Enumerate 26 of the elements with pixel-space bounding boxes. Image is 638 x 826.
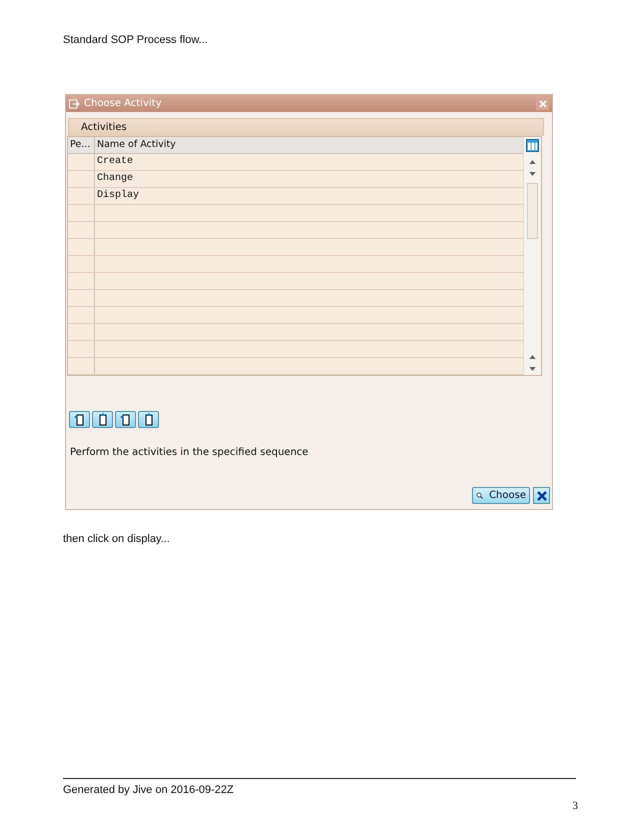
scroll-up-icon[interactable] [529, 160, 536, 164]
activities-tab[interactable]: Activities [68, 118, 544, 136]
close-icon [538, 100, 546, 108]
scroll-thumb[interactable] [527, 183, 538, 239]
page-up-icon[interactable] [529, 355, 536, 359]
window-icon [69, 98, 80, 108]
page-number: 3 [572, 800, 578, 814]
column-header[interactable]: Pe... [68, 137, 95, 153]
move-button[interactable] [69, 411, 90, 428]
move-button[interactable] [92, 411, 113, 428]
column-header[interactable]: Name of Activity [95, 137, 523, 153]
page-heading: Standard SOP Process flow... [63, 34, 209, 48]
footer-text: Generated by Jive on 2016-09-22Z [63, 784, 235, 798]
page-arrow-icon [118, 412, 132, 426]
column-layout-icon[interactable] [526, 139, 539, 152]
cancel-button[interactable] [533, 487, 550, 504]
hint-text: Perform the activities in the specified sequence [70, 447, 310, 458]
page-arrow-icon [72, 412, 86, 426]
move-button[interactable] [138, 411, 159, 428]
scroll-down-icon[interactable] [529, 172, 536, 176]
move-button[interactable] [115, 411, 136, 428]
choose-button[interactable]: Choose [472, 487, 530, 504]
page-down-icon[interactable] [529, 367, 536, 371]
window-title: Choose Activity [84, 98, 162, 109]
caption-text: then click on display... [63, 533, 171, 545]
close-icon [536, 490, 546, 500]
